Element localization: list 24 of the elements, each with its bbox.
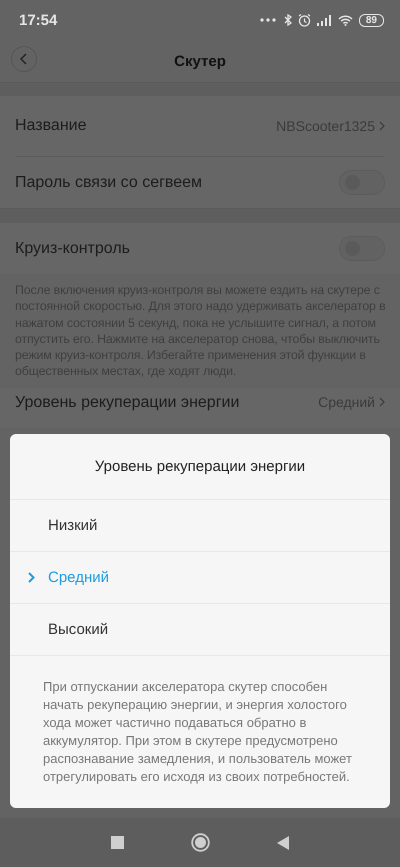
- chevron-right-icon: [28, 572, 35, 583]
- option-item[interactable]: Низкий: [10, 500, 390, 552]
- setting-label: Название: [15, 117, 86, 135]
- setting-label: Круиз-контроль: [15, 240, 130, 258]
- chevron-right-icon: [379, 396, 385, 407]
- back-nav-icon[interactable]: [277, 836, 289, 850]
- home-nav-icon[interactable]: [191, 833, 210, 852]
- dialog-description: При отпускании акселератора скутер способен начать рекуперацию энергии, и энергия холостого хода может частично подаваться обратно в аккумулятор. При этом в скутере предусмотрено распознавание замедления, и пользователь может отрегулировать его исходя из своих потребностей.: [42, 678, 353, 786]
- setting-label: Пароль связи со сегвеем: [15, 174, 202, 192]
- chevron-right-icon: [379, 121, 385, 131]
- wifi-icon: [338, 14, 353, 26]
- battery-level: 89: [358, 14, 384, 26]
- option-item[interactable]: Средний: [10, 552, 390, 604]
- option-item[interactable]: Высокий: [10, 604, 390, 656]
- dialog-title: Уровень рекуперации энергии: [10, 434, 390, 500]
- bluetooth-icon: [284, 14, 292, 26]
- page-title: Скутер: [174, 52, 226, 70]
- setting-label: Уровень рекуперации энергии: [15, 394, 240, 412]
- more-dots-icon: [260, 18, 278, 22]
- chevron-left-icon: [20, 53, 28, 65]
- back-button[interactable]: [11, 46, 37, 72]
- status-time: 17:54: [19, 12, 58, 28]
- signal-icon: [316, 14, 332, 26]
- alarm-icon: [298, 14, 311, 26]
